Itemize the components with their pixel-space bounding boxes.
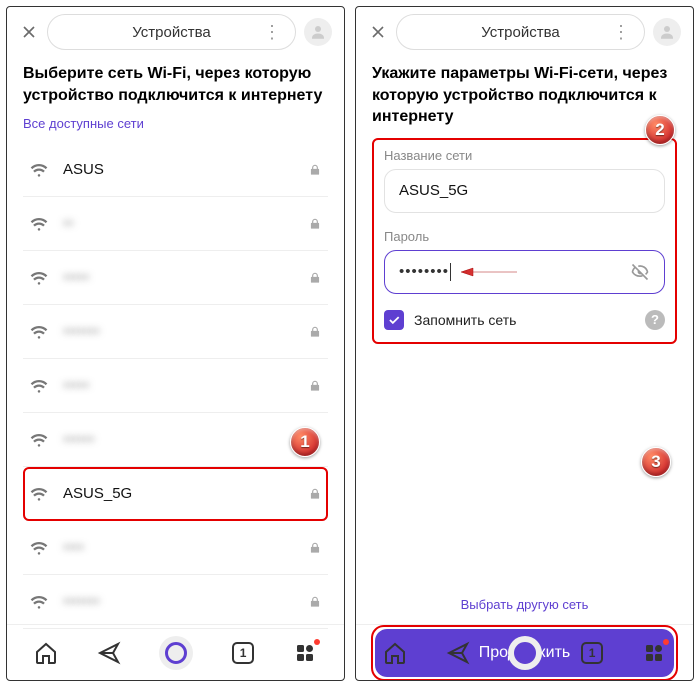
lock-icon [308, 595, 322, 609]
header-pill[interactable]: Устройства ⋮ [47, 14, 296, 50]
header-title: Устройства [132, 24, 210, 41]
wifi-icon [29, 430, 49, 450]
wifi-icon [29, 160, 49, 180]
tabbar: 1 [7, 624, 344, 680]
wifi-icon [29, 592, 49, 612]
lock-icon [308, 325, 322, 339]
network-item[interactable]: •••• [23, 521, 328, 575]
annotation-badge-1: 1 [290, 427, 320, 457]
network-item[interactable]: ••••••• [23, 305, 328, 359]
header: Устройства ⋮ [356, 7, 693, 57]
remember-row: Запомнить сеть ? [384, 310, 665, 330]
lock-icon [308, 163, 322, 177]
tab-send[interactable] [97, 641, 121, 665]
tab-home[interactable] [34, 641, 58, 665]
tab-logo[interactable] [159, 636, 193, 670]
network-item[interactable]: •••••• [23, 413, 328, 467]
notification-dot [314, 639, 320, 645]
phone-left: Устройства ⋮ Выберите сеть Wi-Fi, через … [6, 6, 345, 681]
lock-icon [308, 217, 322, 231]
avatar[interactable] [304, 18, 332, 46]
page-title: Выберите сеть Wi-Fi, через которую устро… [23, 63, 328, 106]
password-label: Пароль [384, 229, 665, 244]
lock-icon [308, 541, 322, 555]
network-item[interactable]: ASUS [23, 143, 328, 197]
wifi-icon [29, 214, 49, 234]
page-title: Укажите параметры Wi-Fi-сети, через кото… [372, 63, 677, 128]
ssid-field[interactable] [384, 169, 665, 213]
all-networks-link[interactable]: Все доступные сети [23, 116, 328, 131]
network-item[interactable]: ••••• [23, 251, 328, 305]
lock-icon [308, 487, 322, 501]
lock-icon [308, 379, 322, 393]
notification-dot [663, 639, 669, 645]
more-icon[interactable]: ⋮ [612, 23, 630, 41]
ssid-input[interactable] [399, 182, 650, 199]
phone-right: Устройства ⋮ Укажите параметры Wi-Fi-сет… [355, 6, 694, 681]
network-name: ASUS_5G [63, 485, 294, 502]
text-cursor [450, 263, 451, 281]
wifi-icon [29, 268, 49, 288]
tab-logo[interactable] [508, 636, 542, 670]
close-icon[interactable] [19, 22, 39, 42]
tab-tabs[interactable]: 1 [581, 642, 603, 664]
network-name: •••• [63, 539, 294, 556]
more-icon[interactable]: ⋮ [263, 23, 281, 41]
network-item[interactable]: ••••••• [23, 575, 328, 629]
tabbar: 1 [356, 624, 693, 680]
wifi-icon [29, 376, 49, 396]
network-item[interactable]: ••••• [23, 359, 328, 413]
arrow-annotation [459, 263, 519, 281]
password-value: •••••••• [399, 263, 449, 280]
network-name: ASUS [63, 161, 294, 178]
network-name: ••••• [63, 269, 294, 286]
header-title: Устройства [481, 24, 559, 41]
tab-services[interactable] [642, 641, 666, 665]
tab-send[interactable] [446, 641, 470, 665]
content-left: Выберите сеть Wi-Fi, через которую устро… [7, 57, 344, 680]
close-icon[interactable] [368, 22, 388, 42]
network-list: ASUS •• ••••• ••••••• ••••• •••••• ASUS_… [23, 143, 328, 629]
network-item[interactable]: •• [23, 197, 328, 251]
network-name: ••••••• [63, 593, 294, 610]
wifi-icon [29, 322, 49, 342]
network-name: •••••• [63, 431, 294, 448]
remember-label: Запомнить сеть [414, 312, 635, 328]
tab-services[interactable] [293, 641, 317, 665]
remember-checkbox[interactable] [384, 310, 404, 330]
lock-icon [308, 271, 322, 285]
tab-tabs[interactable]: 1 [232, 642, 254, 664]
choose-other-link[interactable]: Выбрать другую сеть [356, 597, 693, 612]
header-pill[interactable]: Устройства ⋮ [396, 14, 645, 50]
ssid-label: Название сети [384, 148, 665, 163]
wifi-icon [29, 538, 49, 558]
wifi-form: Название сети Пароль •••••••• Запомнит [372, 138, 677, 344]
network-name: ••••• [63, 377, 294, 394]
eye-off-icon[interactable] [630, 262, 650, 282]
tab-home[interactable] [383, 641, 407, 665]
network-item[interactable]: ASUS_5G [23, 467, 328, 521]
network-name: ••••••• [63, 323, 294, 340]
annotation-badge-3: 3 [641, 447, 671, 477]
content-right: Укажите параметры Wi-Fi-сети, через кото… [356, 57, 693, 616]
help-icon[interactable]: ? [645, 310, 665, 330]
avatar[interactable] [653, 18, 681, 46]
header: Устройства ⋮ [7, 7, 344, 57]
annotation-badge-2: 2 [645, 115, 675, 145]
password-field[interactable]: •••••••• [384, 250, 665, 294]
network-name: •• [63, 215, 294, 232]
wifi-icon [29, 484, 49, 504]
